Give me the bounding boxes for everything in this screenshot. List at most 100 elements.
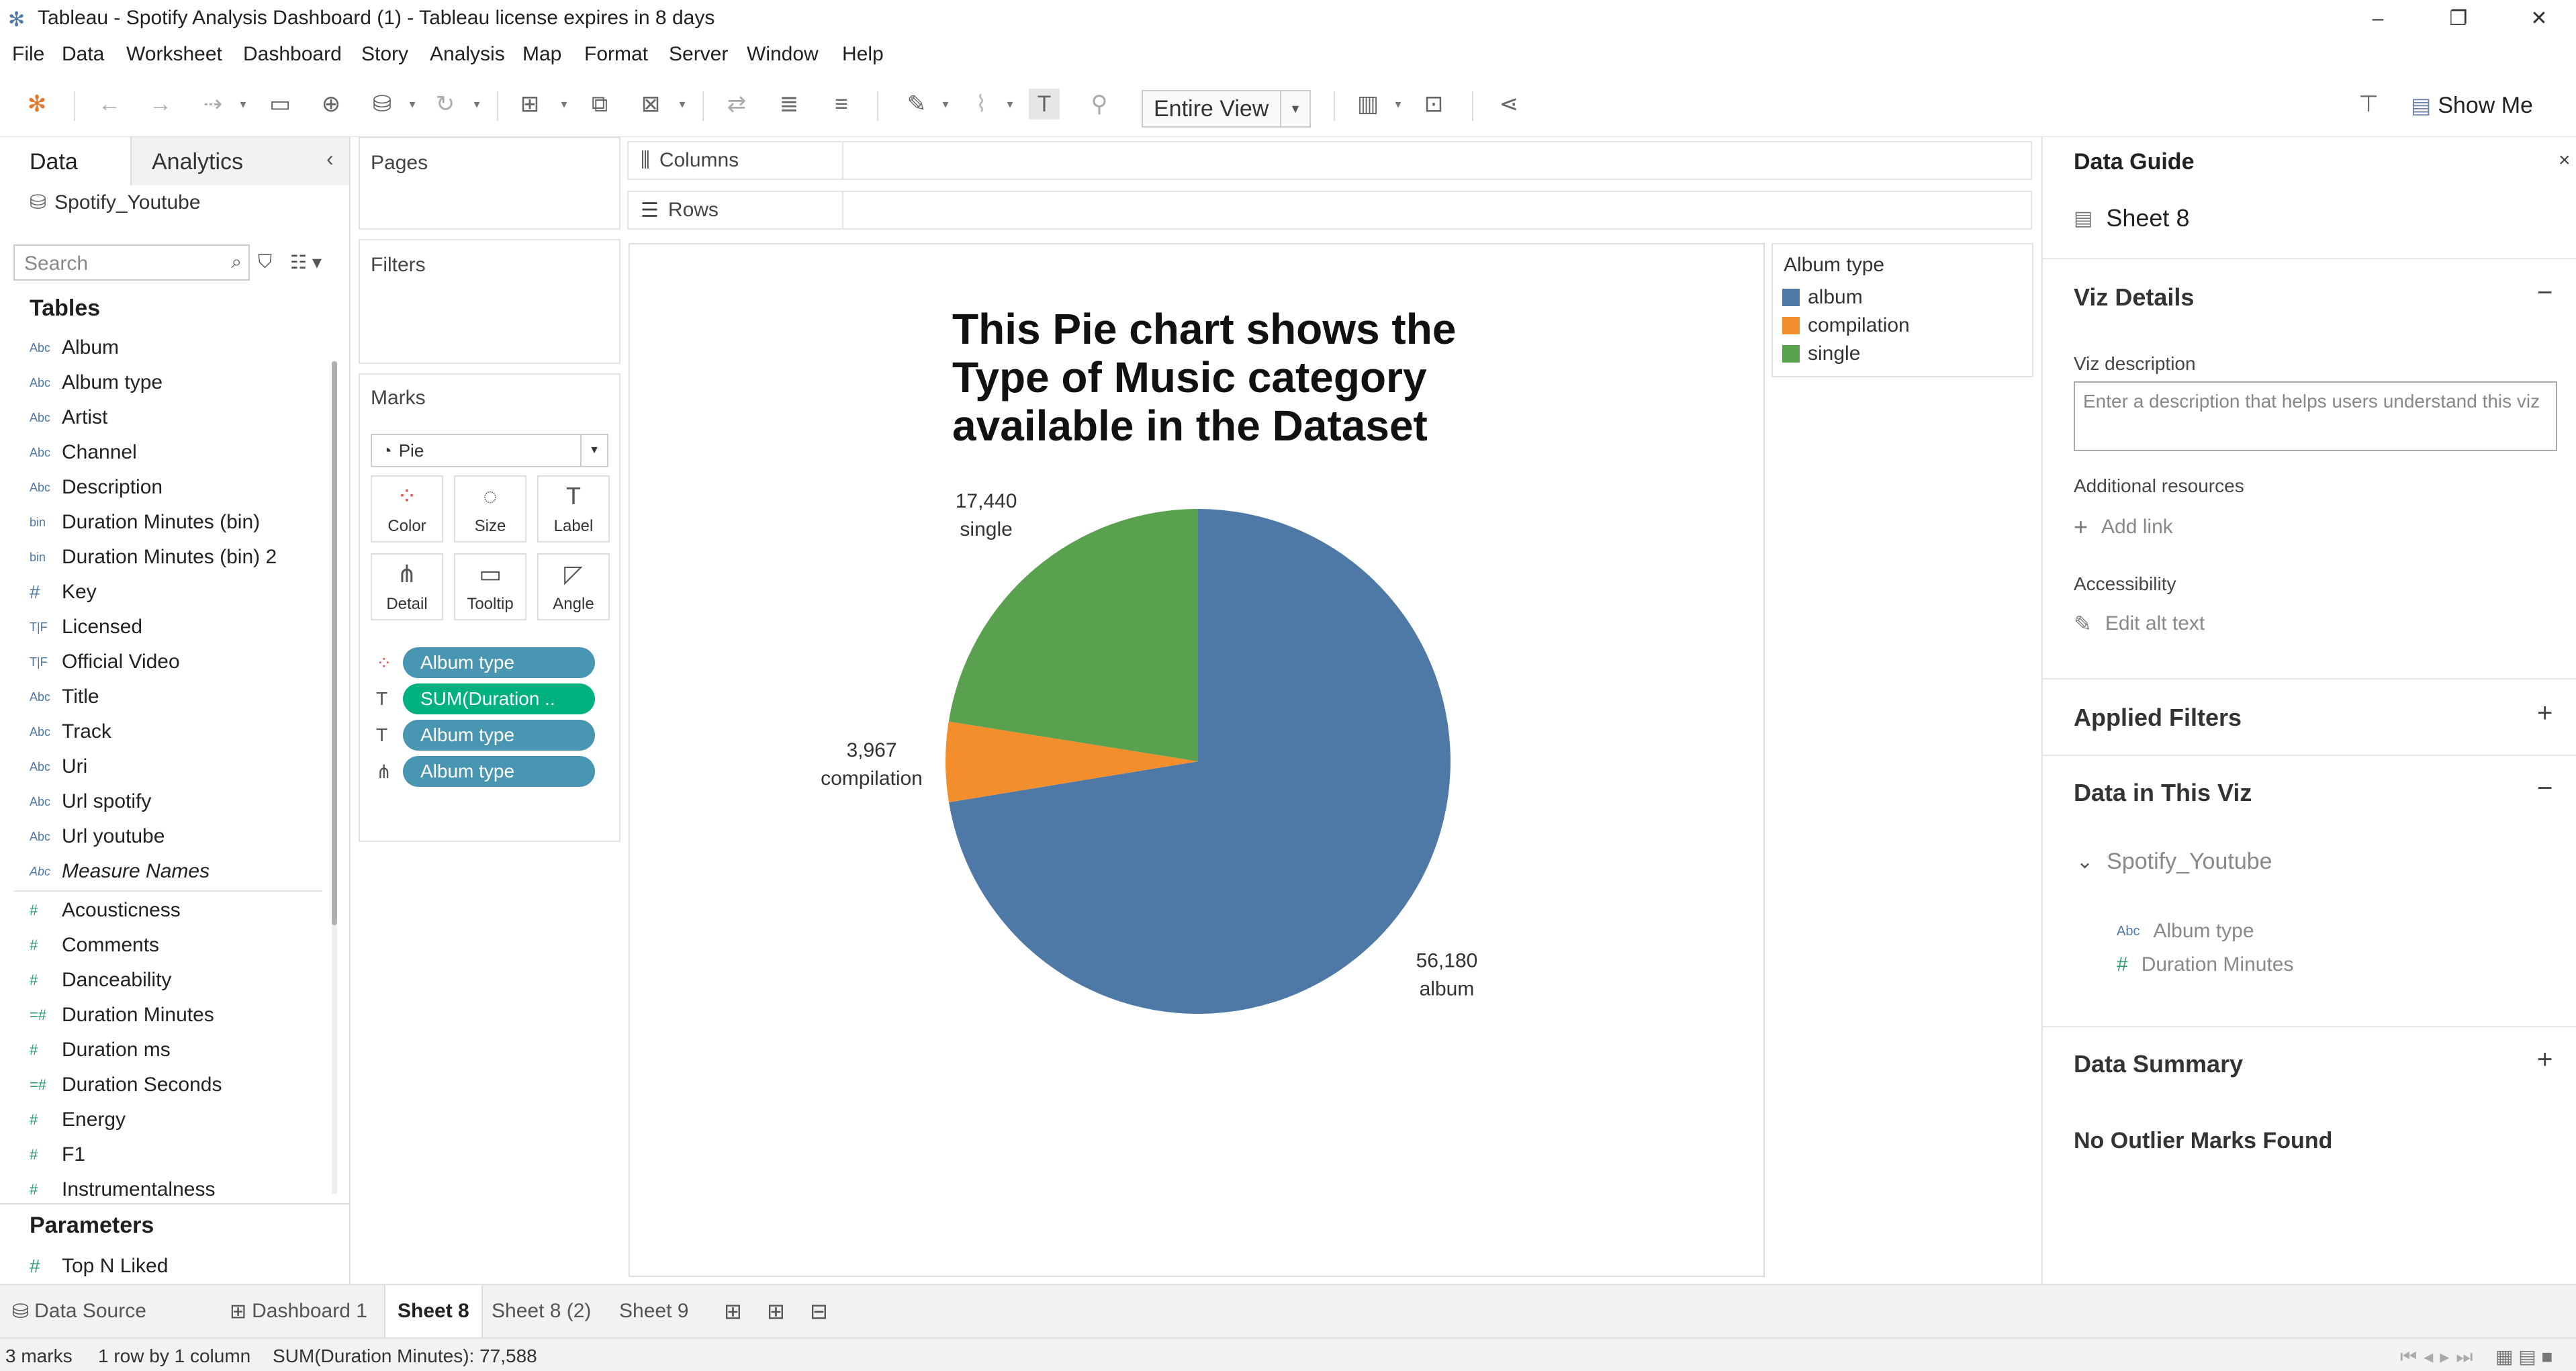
detail-button[interactable]: ⋔ Detail: [371, 553, 443, 620]
redo-icon[interactable]: →: [145, 89, 176, 120]
datasource-tree-item[interactable]: ⌄ Spotify_Youtube: [2076, 849, 2272, 875]
show-cards-icon[interactable]: ▥: [1352, 89, 1383, 120]
tab-analytics[interactable]: Analytics: [132, 137, 349, 185]
view-toggle-icon[interactable]: ▦ ▤ ■: [2495, 1345, 2552, 1368]
data-summary-header[interactable]: Data Summary: [2074, 1050, 2243, 1078]
tab-sheet-9[interactable]: Sheet 9: [607, 1285, 700, 1337]
view-options-icon[interactable]: ☷ ▾: [290, 251, 322, 273]
datasource-icon[interactable]: ⛁: [367, 89, 398, 120]
new-worksheet-icon[interactable]: ⊞: [514, 89, 545, 120]
show-labels-icon[interactable]: T: [1029, 89, 1060, 120]
field-item[interactable]: # Top N Liked: [30, 1249, 168, 1284]
sum-duration-pill[interactable]: SUM(Duration ..: [403, 683, 595, 714]
share-icon[interactable]: ⋖: [1493, 89, 1524, 120]
angle-button[interactable]: ◸ Angle: [537, 553, 610, 620]
menu-file[interactable]: File: [12, 43, 44, 66]
undo-icon[interactable]: ←: [94, 89, 125, 120]
tab-data[interactable]: Data: [0, 137, 132, 185]
album-type-pill[interactable]: Album type: [403, 647, 595, 678]
tableau-home-icon[interactable]: ✻: [21, 89, 52, 120]
chevron-down-icon[interactable]: ▾: [236, 94, 250, 114]
show-me-button[interactable]: ▤ Show Me: [2411, 89, 2533, 122]
field-item[interactable]: Abc Artist: [30, 400, 107, 435]
pie-slice-single[interactable]: [948, 509, 1198, 761]
chevron-down-icon[interactable]: ▼: [580, 435, 607, 466]
size-button[interactable]: ◌ Size: [454, 475, 526, 542]
group-icon[interactable]: ⌇: [966, 89, 997, 120]
sort-descending-icon[interactable]: ≡: [826, 89, 857, 120]
menu-story[interactable]: Story: [361, 43, 408, 66]
viz-canvas[interactable]: This Pie chart shows the Type of Music c…: [629, 243, 1765, 1277]
menu-dashboard[interactable]: Dashboard: [243, 43, 342, 66]
scrollbar-thumb[interactable]: [332, 361, 337, 925]
mark-type-select[interactable]: ◔ Pie ▼: [371, 434, 608, 467]
filters-card[interactable]: Filters: [359, 239, 620, 364]
chevron-down-icon[interactable]: ▾: [406, 94, 419, 114]
field-item[interactable]: # Duration ms: [30, 1033, 171, 1068]
menu-server[interactable]: Server: [669, 43, 728, 66]
minimize-button[interactable]: –: [2354, 4, 2401, 34]
save-icon[interactable]: ▭: [265, 89, 295, 120]
field-item[interactable]: # Danceability: [30, 963, 171, 998]
datasource-item[interactable]: ⛁ Spotify_Youtube: [30, 191, 201, 214]
field-item[interactable]: Abc Url spotify: [30, 784, 151, 819]
field-item[interactable]: Abc Album: [30, 330, 119, 365]
color-button[interactable]: ⁘ Color: [371, 475, 443, 542]
chevron-down-icon[interactable]: ▾: [557, 94, 571, 114]
tab-data-source[interactable]: ⛁ Data Source: [0, 1285, 158, 1337]
field-item[interactable]: =# Duration Seconds: [30, 1068, 222, 1102]
applied-filters-header[interactable]: Applied Filters: [2074, 704, 2242, 732]
field-item[interactable]: T|F Official Video: [30, 645, 180, 679]
menu-help[interactable]: Help: [842, 43, 884, 66]
field-item[interactable]: # Energy: [30, 1102, 126, 1137]
columns-shelf[interactable]: ⫼ Columns: [627, 141, 2032, 180]
menu-format[interactable]: Format: [584, 43, 648, 66]
field-item[interactable]: Abc Measure Names: [30, 854, 210, 889]
highlight-icon[interactable]: ✎: [901, 89, 932, 120]
menu-analysis[interactable]: Analysis: [430, 43, 505, 66]
field-item[interactable]: bin Duration Minutes (bin): [30, 505, 260, 540]
new-worksheet-icon[interactable]: ⊞: [712, 1285, 754, 1337]
field-item[interactable]: # Acousticness: [30, 893, 181, 928]
field-item[interactable]: # Comments: [30, 928, 159, 963]
fix-axes-icon[interactable]: ⚲: [1084, 89, 1115, 120]
album-type-pill[interactable]: Album type: [403, 756, 595, 787]
rows-shelf[interactable]: ☰ Rows: [627, 191, 2032, 230]
scrollbar[interactable]: [332, 361, 337, 1194]
field-item[interactable]: # F1: [30, 1137, 85, 1172]
field-item[interactable]: Abc Description: [30, 470, 163, 505]
chevron-down-icon[interactable]: ▾: [939, 94, 952, 114]
collapse-icon[interactable]: −: [2537, 773, 2552, 804]
field-item[interactable]: Abc Track: [30, 714, 111, 749]
filter-icon[interactable]: ⛉: [258, 251, 272, 273]
chevron-down-icon[interactable]: ▼: [1280, 91, 1309, 126]
legend-item[interactable]: single: [1782, 342, 1860, 365]
viz-details-header[interactable]: Viz Details: [2074, 283, 2194, 312]
chevron-down-icon[interactable]: ▾: [1391, 94, 1405, 114]
pie-chart[interactable]: 56,180 album 3,967 compilation 17,440 single: [630, 244, 1765, 1276]
field-item[interactable]: Abc Url youtube: [30, 819, 165, 854]
presentation-mode-icon[interactable]: ⊡: [1418, 89, 1449, 120]
expand-icon[interactable]: +: [2537, 698, 2552, 728]
menu-map[interactable]: Map: [522, 43, 561, 66]
chevron-down-icon[interactable]: ▾: [676, 94, 689, 114]
album-type-pill[interactable]: Album type: [403, 720, 595, 751]
pages-card[interactable]: Pages: [359, 137, 620, 230]
field-item[interactable]: Abc Uri: [30, 749, 87, 784]
page-navigation-icon[interactable]: ⏮◂▸⏭: [2400, 1345, 2480, 1368]
field-item[interactable]: bin Duration Minutes (bin) 2: [30, 540, 277, 575]
clear-sheet-icon[interactable]: ⊠: [635, 89, 666, 120]
tooltip-button[interactable]: ▭ Tooltip: [454, 553, 526, 620]
collapse-pane-icon[interactable]: ‹: [326, 146, 334, 171]
new-story-icon[interactable]: ⊟: [798, 1285, 840, 1337]
fit-select[interactable]: Entire View ▼: [1142, 90, 1311, 128]
field-item[interactable]: Abc Title: [30, 679, 99, 714]
swap-icon[interactable]: ⇄: [721, 89, 752, 120]
menu-window[interactable]: Window: [747, 43, 819, 66]
tab-sheet-8-2[interactable]: Sheet 8 (2): [479, 1285, 603, 1337]
field-item[interactable]: =# Duration Minutes: [30, 998, 214, 1033]
tab-dashboard-1[interactable]: ⊞ Dashboard 1: [218, 1285, 379, 1337]
edit-alt-text-button[interactable]: ✎ Edit alt text: [2074, 611, 2205, 636]
data-in-viz-header[interactable]: Data in This Viz: [2074, 779, 2252, 807]
field-item[interactable]: # Instrumentalness: [30, 1172, 215, 1207]
